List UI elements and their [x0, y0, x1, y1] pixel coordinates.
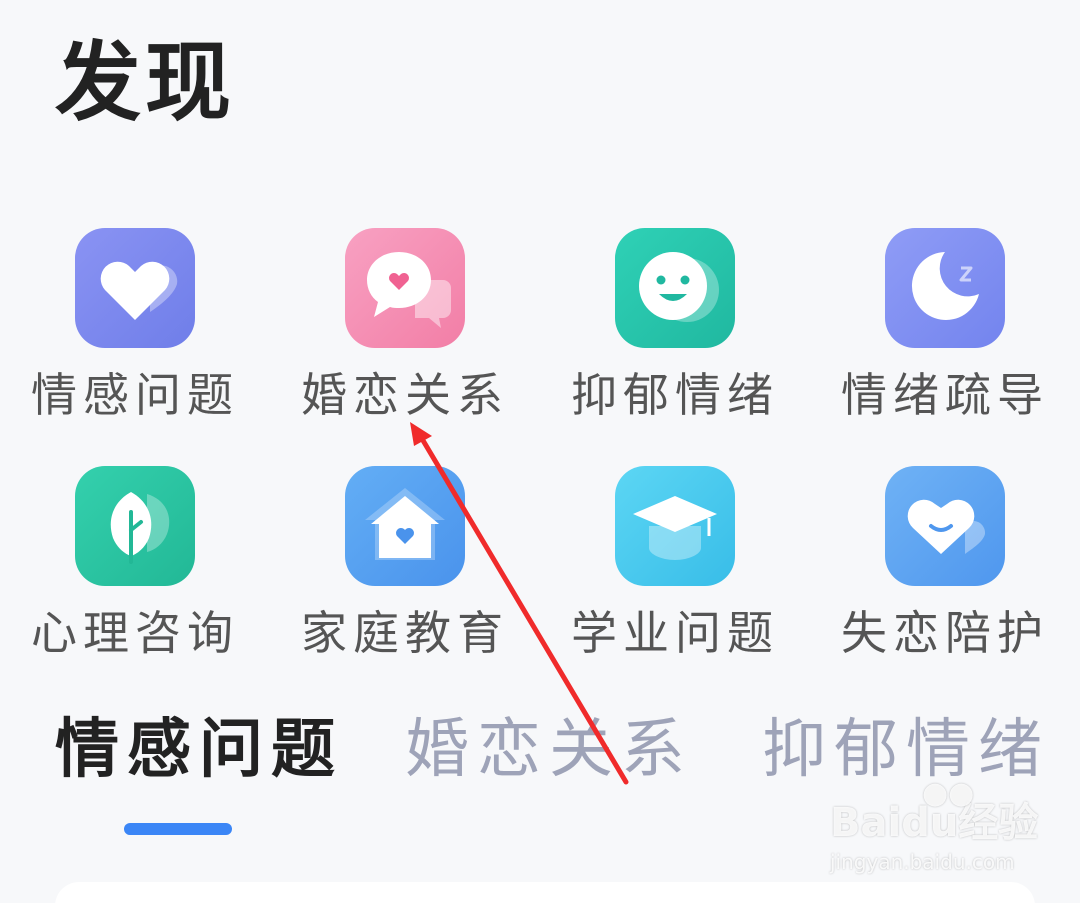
- category-label: 学业问题: [571, 606, 779, 660]
- category-family-education[interactable]: 家庭教育: [295, 466, 515, 681]
- baidu-watermark: ●● Baidu经验 jingyan.baidu.com: [830, 776, 1050, 880]
- moon-icon: [885, 228, 1005, 348]
- category-label: 家庭教育: [301, 606, 509, 660]
- category-academic-issues[interactable]: 学业问题: [565, 466, 785, 681]
- content-card: [55, 882, 1035, 903]
- category-marriage-relationship[interactable]: 婚恋关系: [295, 228, 515, 443]
- category-emotion-relief[interactable]: 情绪疏导: [835, 228, 1055, 443]
- category-emotional-issues[interactable]: 情感问题: [25, 228, 245, 443]
- category-depression-mood[interactable]: 抑郁情绪: [565, 228, 785, 443]
- tab-marriage-relationship[interactable]: 婚恋关系: [405, 715, 693, 786]
- tab-depression-mood[interactable]: 抑郁情绪: [762, 715, 1050, 786]
- paw-icon: ●●: [922, 776, 975, 811]
- category-label: 心理咨询: [31, 606, 239, 660]
- active-tab-indicator: [124, 823, 232, 835]
- leaf-icon: [75, 466, 195, 586]
- category-label: 婚恋关系: [301, 368, 509, 422]
- heart-smile-icon: [885, 466, 1005, 586]
- home-heart-icon: [345, 466, 465, 586]
- chat-heart-icon: [345, 228, 465, 348]
- category-label: 抑郁情绪: [571, 368, 779, 422]
- discover-page: 发现 情感问题 婚恋关系 抑郁情绪 情绪疏导 心理咨询 家庭教育 学业问题 失恋…: [0, 0, 1080, 903]
- tab-emotional-issues[interactable]: 情感问题: [55, 714, 343, 785]
- page-title: 发现: [55, 32, 235, 133]
- graduation-cap-icon: [615, 466, 735, 586]
- watermark-url: jingyan.baidu.com: [830, 850, 1015, 874]
- category-label: 失恋陪护: [841, 606, 1049, 660]
- category-label: 情感问题: [31, 368, 239, 422]
- category-psychological-counseling[interactable]: 心理咨询: [25, 466, 245, 681]
- heart-icon: [75, 228, 195, 348]
- category-breakup-companion[interactable]: 失恋陪护: [835, 466, 1055, 681]
- smile-icon: [615, 228, 735, 348]
- category-label: 情绪疏导: [841, 368, 1049, 422]
